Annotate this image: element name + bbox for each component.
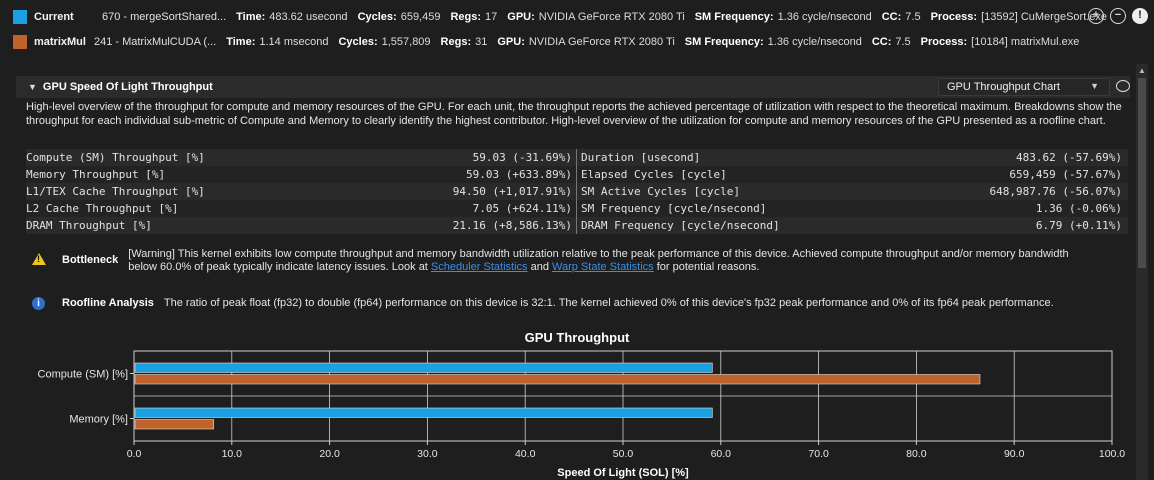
x-tick-label: 30.0 [417,448,438,460]
bar-current [134,362,713,373]
bar-matrixmul [134,419,215,430]
x-tick-label: 60.0 [711,448,732,460]
x-tick-label: 80.0 [906,448,927,460]
x-tick-label: 70.0 [808,448,829,460]
x-tick-label: 90.0 [1004,448,1025,460]
x-tick-label: 10.0 [222,448,243,460]
x-tick-label: 50.0 [613,448,634,460]
y-category-label: Memory [%] [69,414,128,426]
bar-matrixmul [134,374,981,385]
x-tick-label: 100.0 [1099,448,1125,460]
bar-current [134,407,713,418]
x-axis-label: Speed Of Light (SOL) [%] [557,467,689,479]
gpu-throughput-chart: 0.0 10.0 20.0 30.0 40.0 50.0 60.0 70.0 80.0 90.0 1… [38,350,1125,479]
x-tick-label: 40.0 [515,448,536,460]
x-tick-label: 20.0 [319,448,340,460]
x-tick-label: 0.0 [127,448,142,460]
y-category-label: Compute (SM) [%] [38,369,128,381]
